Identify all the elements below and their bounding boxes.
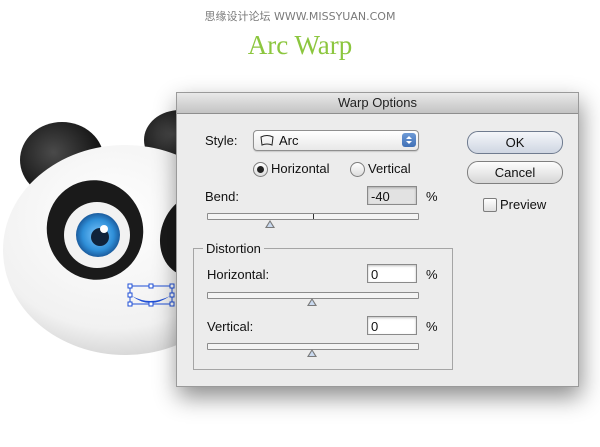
distortion-horizontal-label: Horizontal: — [207, 267, 270, 282]
vertical-radio-label: Vertical — [368, 161, 411, 176]
bend-unit: % — [426, 189, 438, 204]
cancel-button[interactable]: Cancel — [467, 161, 563, 184]
bend-label: Bend: — [205, 189, 239, 204]
vertical-radio[interactable] — [350, 162, 365, 177]
preview-label: Preview — [500, 197, 547, 212]
preview-checkbox[interactable] — [483, 198, 497, 212]
bend-field[interactable]: -40 — [367, 186, 417, 205]
distortion-vertical-field[interactable]: 0 — [367, 316, 417, 335]
style-select-value: Arc — [279, 133, 299, 148]
distortion-group-label: Distortion — [203, 241, 264, 256]
horizontal-radio[interactable] — [253, 162, 268, 177]
distortion-vertical-slider-thumb[interactable] — [307, 349, 317, 357]
distortion-horizontal-slider-thumb[interactable] — [307, 298, 317, 306]
arc-warp-icon — [260, 135, 274, 146]
dialog-title: Warp Options — [177, 93, 578, 114]
bend-slider-thumb[interactable] — [265, 220, 275, 228]
distortion-horizontal-unit: % — [426, 267, 438, 282]
bend-slider-track[interactable] — [207, 213, 419, 220]
distortion-horizontal-field[interactable]: 0 — [367, 264, 417, 283]
style-select[interactable]: Arc — [253, 130, 419, 151]
ok-button[interactable]: OK — [467, 131, 563, 154]
page-heading: Arc Warp — [247, 30, 353, 60]
distortion-vertical-unit: % — [426, 319, 438, 334]
select-arrows-icon — [402, 133, 416, 147]
watermark: 思缘设计论坛 WWW.MISSYUAN.COM — [204, 10, 396, 23]
horizontal-radio-label: Horizontal — [271, 161, 330, 176]
distortion-vertical-label: Vertical: — [207, 319, 254, 334]
warp-options-dialog: Warp Options Style: Arc Horizontal Verti… — [176, 92, 579, 387]
style-label: Style: — [205, 133, 238, 148]
panda-eye-highlight — [100, 225, 108, 233]
